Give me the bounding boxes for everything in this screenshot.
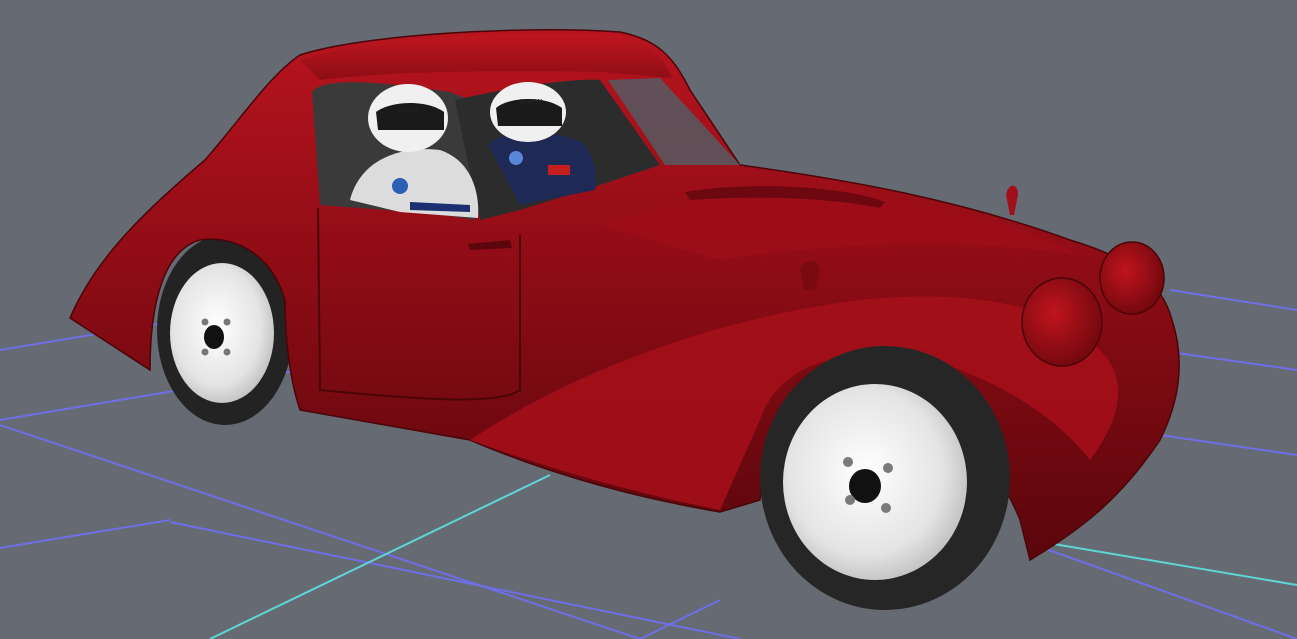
headlight-left xyxy=(1021,277,1103,367)
3d-viewport[interactable]: www www xyxy=(0,0,1297,639)
helmet-logo-right: www xyxy=(520,97,542,107)
helmet-logo-left: www xyxy=(398,105,420,115)
headlight-right xyxy=(1099,241,1165,315)
front-wheel[interactable] xyxy=(760,346,1010,610)
viewport-canvas[interactable]: www www xyxy=(0,0,1297,639)
car-model[interactable]: www www xyxy=(69,29,1180,610)
side-mirror xyxy=(1006,185,1018,215)
